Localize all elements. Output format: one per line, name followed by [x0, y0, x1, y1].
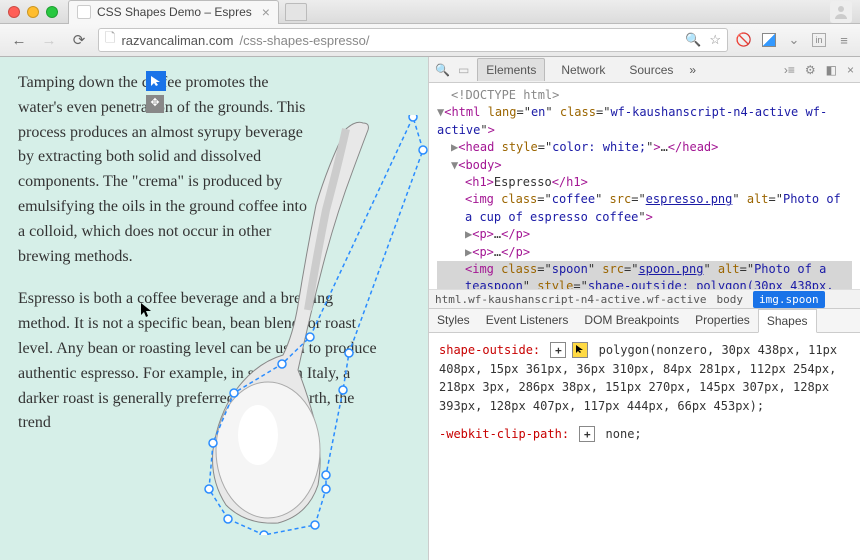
- crumb-html[interactable]: html.wf-kaushanscript-n4-active.wf-activ…: [435, 293, 707, 306]
- shape-outside-row: shape-outside: + polygon(nonzero, 30px 4…: [439, 341, 850, 415]
- clip-path-add-button[interactable]: +: [579, 426, 595, 442]
- extensions-area: 🚫 ⌄ in ≡: [736, 32, 852, 48]
- shapes-panel: shape-outside: + polygon(nonzero, 30px 4…: [429, 333, 860, 560]
- shape-editor-toggle-icon[interactable]: [146, 71, 166, 91]
- tab-close-icon[interactable]: ×: [262, 4, 270, 20]
- url-path: /css-shapes-espresso/: [239, 33, 369, 48]
- console-icon[interactable]: ›≡: [784, 63, 795, 77]
- sidetab-dom-breakpoints[interactable]: DOM Breakpoints: [576, 309, 687, 332]
- url-domain: razvancaliman.com: [121, 33, 233, 48]
- settings-icon[interactable]: ⚙: [805, 63, 816, 77]
- search-icon[interactable]: 🔍: [685, 32, 701, 48]
- dom-h1-text: Espresso: [494, 175, 552, 189]
- sidetab-properties[interactable]: Properties: [687, 309, 758, 332]
- inspect-icon[interactable]: 🔍: [435, 63, 450, 77]
- tab-title: CSS Shapes Demo – Espres: [97, 5, 252, 19]
- shape-outside-label: shape-outside:: [439, 343, 540, 357]
- device-icon[interactable]: ▭: [458, 63, 469, 77]
- minimize-window-icon[interactable]: [27, 6, 39, 18]
- menu-icon[interactable]: ≡: [836, 32, 852, 48]
- url-bar[interactable]: 🗋 razvancaliman.com/css-shapes-espresso/…: [98, 28, 728, 52]
- page-icon: 🗋: [105, 29, 115, 51]
- page-content: ✥ Tamping down the coffee promotes the w…: [0, 57, 428, 560]
- maximize-window-icon[interactable]: [46, 6, 58, 18]
- dom-tree[interactable]: <!DOCTYPE html> ▼<html lang="en" class="…: [429, 83, 860, 289]
- devtools-toolbar: 🔍 ▭ Elements Network Sources » ›≡ ⚙ ◧ ×: [429, 57, 860, 83]
- tab-network[interactable]: Network: [553, 59, 613, 81]
- profile-avatar-icon[interactable]: [830, 1, 852, 23]
- delicious-icon[interactable]: [762, 33, 776, 47]
- window-titlebar: CSS Shapes Demo – Espres ×: [0, 0, 860, 24]
- move-icon[interactable]: ✥: [146, 95, 164, 113]
- polygon-editor-button[interactable]: [572, 342, 588, 358]
- dock-icon[interactable]: ◧: [826, 63, 837, 77]
- devtools-side-tabs: Styles Event Listeners DOM Breakpoints P…: [429, 309, 860, 333]
- star-icon[interactable]: ☆: [709, 32, 721, 48]
- crumb-img-spoon[interactable]: img.spoon: [753, 291, 825, 308]
- dom-selected-node[interactable]: <img class="spoon" src="spoon.png" alt="…: [437, 261, 852, 289]
- sidetab-event-listeners[interactable]: Event Listeners: [478, 309, 577, 332]
- browser-toolbar: ← → ⟳ 🗋 razvancaliman.com/css-shapes-esp…: [0, 24, 860, 57]
- tab-elements[interactable]: Elements: [477, 58, 545, 81]
- dom-breadcrumb[interactable]: html.wf-kaushanscript-n4-active.wf-activ…: [429, 289, 860, 309]
- crumb-body[interactable]: body: [717, 293, 744, 306]
- spoon-image[interactable]: [198, 115, 428, 535]
- reload-button[interactable]: ⟳: [68, 29, 90, 51]
- clip-path-row: -webkit-clip-path: + none;: [439, 425, 850, 444]
- clip-path-value[interactable]: none;: [606, 427, 642, 441]
- devtools-panel: 🔍 ▭ Elements Network Sources » ›≡ ⚙ ◧ × …: [428, 57, 860, 560]
- clip-path-label: -webkit-clip-path:: [439, 427, 569, 441]
- sidetab-shapes[interactable]: Shapes: [758, 309, 817, 333]
- dom-doctype: <!DOCTYPE html>: [437, 87, 852, 104]
- pocket-icon[interactable]: ⌄: [786, 32, 802, 48]
- forward-button[interactable]: →: [38, 29, 60, 51]
- more-tabs-icon[interactable]: »: [689, 63, 696, 77]
- back-button[interactable]: ←: [8, 29, 30, 51]
- linkedin-icon[interactable]: in: [812, 33, 826, 47]
- close-devtools-icon[interactable]: ×: [847, 63, 854, 77]
- favicon-icon: [77, 5, 91, 19]
- adblock-icon[interactable]: 🚫: [736, 32, 752, 48]
- traffic-lights: [8, 6, 58, 18]
- sidetab-styles[interactable]: Styles: [429, 309, 478, 332]
- tab-sources[interactable]: Sources: [621, 59, 681, 81]
- browser-tab[interactable]: CSS Shapes Demo – Espres ×: [68, 0, 279, 24]
- new-tab-button[interactable]: [285, 3, 307, 21]
- close-window-icon[interactable]: [8, 6, 20, 18]
- mouse-cursor-icon: [140, 302, 156, 327]
- add-point-button[interactable]: +: [550, 342, 566, 358]
